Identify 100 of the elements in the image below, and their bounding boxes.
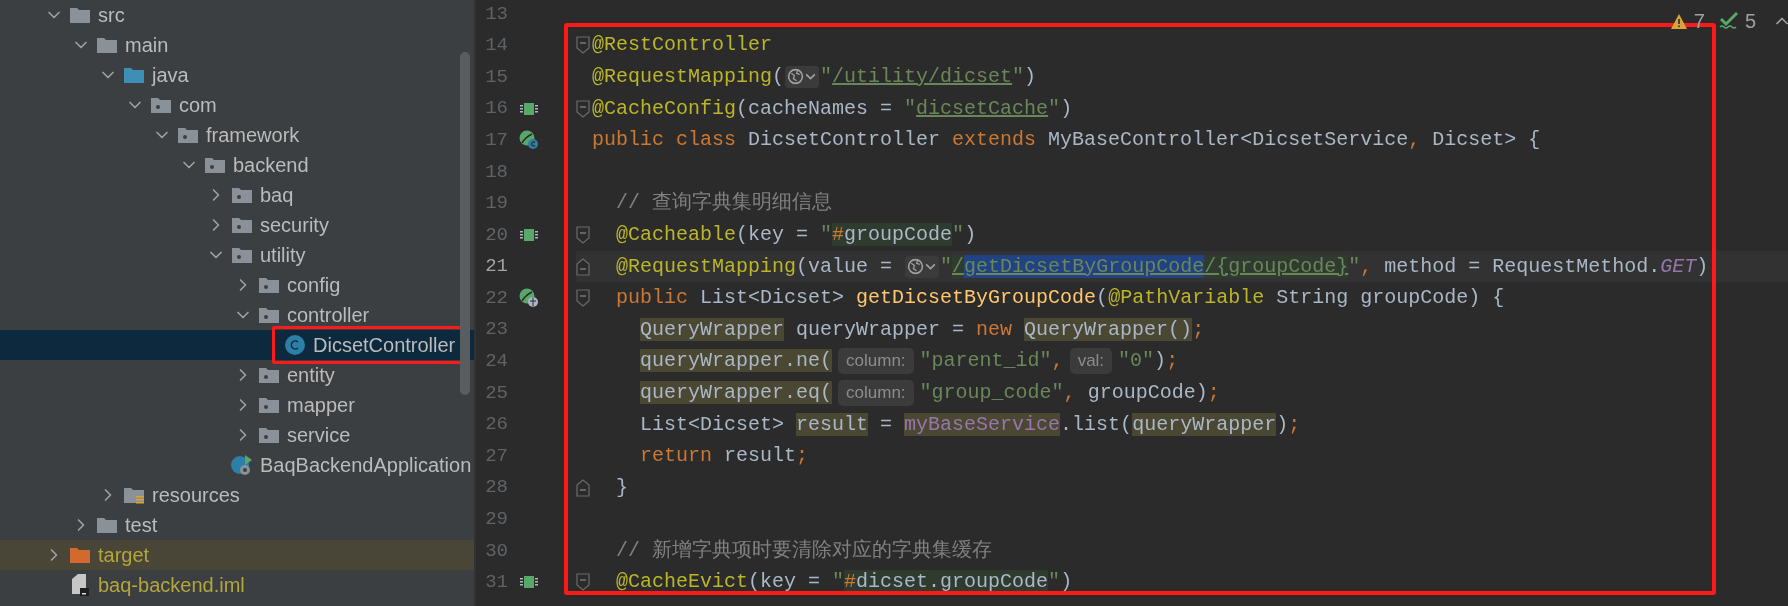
tree-item[interactable]: config	[0, 270, 474, 300]
code-token: "	[904, 95, 917, 122]
line-number: 13	[484, 1, 508, 27]
globe-inlay-icon[interactable]	[785, 66, 820, 88]
fold-marker-icon[interactable]	[576, 36, 590, 55]
code-token: List<Dicset>	[700, 285, 846, 312]
chip-icon[interactable]	[520, 575, 538, 590]
code-token: getDicsetByGroupCode	[856, 285, 1097, 312]
code-token: public	[615, 285, 689, 312]
tree-item[interactable]: main	[0, 30, 474, 60]
tree-item-label: entity	[287, 363, 335, 388]
code-token: )	[1276, 411, 1289, 438]
code-token: "	[820, 221, 833, 248]
tree-item-label: main	[125, 33, 169, 58]
code-token: #	[832, 222, 845, 246]
tree-item[interactable]: BaqBackendApplication	[0, 450, 474, 480]
code-token: (cacheNames =	[736, 95, 894, 122]
tree-item[interactable]: service	[0, 420, 474, 450]
code-token: ;	[796, 443, 809, 470]
line-number: 29	[484, 507, 508, 533]
globe-badge-icon[interactable]	[519, 288, 539, 309]
code-token: @RestController	[592, 32, 773, 59]
tree-item[interactable]: com	[0, 90, 474, 120]
code-token: result	[796, 412, 869, 436]
code-token: )	[1024, 64, 1037, 90]
line-number: 20	[484, 222, 508, 248]
code-token: GET	[1660, 253, 1697, 280]
code-token: dicsetCache	[916, 95, 1049, 122]
code-token: (value =	[796, 253, 894, 280]
code-token: (	[1096, 285, 1109, 312]
fold-marker-icon[interactable]	[576, 225, 590, 244]
fold-marker-icon[interactable]	[576, 289, 590, 308]
code-token: (key =	[748, 569, 822, 596]
code-token: /{groupCode}	[1204, 254, 1349, 278]
line-number: 28	[484, 475, 508, 501]
code-token: public class	[592, 127, 738, 154]
code-token: queryWrapper.eq(	[640, 380, 833, 404]
code-token: dicset.groupCode	[856, 570, 1049, 594]
code-token: result	[724, 443, 797, 470]
tree-item[interactable]: entity	[0, 360, 474, 390]
tree-item-label: DicsetController	[313, 333, 456, 358]
line-number: 24	[484, 349, 508, 375]
tree-item[interactable]: backend	[0, 150, 474, 180]
line-number: 26	[484, 412, 508, 438]
parameter-hint: val:	[1069, 348, 1113, 375]
tree-item[interactable]: resources	[0, 480, 474, 510]
tree-item[interactable]: src	[0, 0, 474, 30]
line-number: 15	[484, 64, 508, 90]
scrollbar-thumb[interactable]	[460, 52, 470, 395]
code-token: ,	[1063, 379, 1076, 406]
tree-item[interactable]: framework	[0, 120, 474, 150]
tree-item-label: mapper	[287, 393, 355, 418]
warning-icon[interactable]	[1669, 12, 1688, 30]
code-token: groupCode	[844, 222, 953, 246]
code-token: String groupCode) {	[1275, 285, 1505, 312]
code-token: )	[1060, 569, 1073, 596]
tree-item-label: controller	[287, 303, 370, 328]
code-token: @PathVariable	[1108, 285, 1265, 312]
tree-item[interactable]: security	[0, 210, 474, 240]
code-token: // 查询字典集明细信息	[615, 190, 832, 217]
tree-item[interactable]: test	[0, 510, 474, 540]
code-token: )	[1696, 253, 1709, 280]
code-token: "	[1048, 569, 1061, 596]
tree-item[interactable]: mapper	[0, 390, 474, 420]
code-token: @RequestMapping	[592, 64, 773, 90]
code-token: Dicset> {	[1431, 127, 1541, 154]
line-number: 18	[484, 159, 508, 185]
line-number: 19	[484, 191, 508, 217]
tree-item-label: BaqBackendApplication	[260, 453, 472, 478]
tree-item-label: security	[260, 213, 329, 238]
tree-item[interactable]: baq-backend.iml	[0, 570, 474, 600]
code-token: @CacheConfig	[592, 95, 737, 122]
line-number: 31	[484, 570, 508, 596]
chip-icon[interactable]	[520, 227, 538, 242]
code-token: ,	[1360, 253, 1373, 280]
code-token: groupCode)	[1086, 379, 1208, 406]
code-token: }	[615, 474, 628, 501]
fold-marker-icon[interactable]	[576, 257, 590, 276]
code-token: ;	[1166, 348, 1179, 375]
parameter-hint: column:	[838, 379, 914, 406]
leaf-badge-icon[interactable]	[519, 130, 539, 151]
fold-marker-icon[interactable]	[576, 99, 590, 118]
code-token: (key =	[736, 221, 810, 248]
fold-marker-icon[interactable]	[576, 573, 590, 592]
code-token: "parent_id"	[919, 348, 1052, 375]
globe-inlay-icon[interactable]	[905, 255, 940, 278]
tree-item[interactable]: controller	[0, 300, 474, 330]
tree-item[interactable]: java	[0, 60, 474, 90]
code-token: "group_code"	[919, 379, 1064, 406]
tree-item[interactable]: baq	[0, 180, 474, 210]
tree-item[interactable]: target	[0, 540, 474, 570]
fold-marker-icon[interactable]	[576, 478, 590, 497]
code-token: ;	[1192, 316, 1205, 343]
check-icon[interactable]	[1718, 12, 1739, 30]
chip-icon[interactable]	[520, 101, 538, 116]
tree-item[interactable]: utility	[0, 240, 474, 270]
tree-item-label: test	[125, 513, 158, 538]
weak-warning-count[interactable]: 5	[1744, 6, 1756, 36]
code-token: @RequestMapping	[615, 253, 797, 280]
code-token: ,	[1408, 127, 1421, 154]
